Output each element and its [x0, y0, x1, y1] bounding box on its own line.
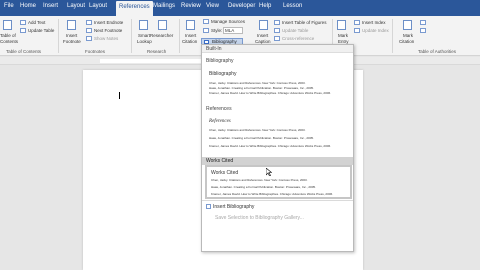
table-of-contents-icon[interactable]	[3, 20, 12, 30]
menu-divider	[202, 200, 353, 201]
tab-lesson[interactable]: Lesson	[283, 3, 302, 9]
option-title: References	[209, 119, 231, 124]
group-label-toa: Table of Authorities	[418, 49, 457, 54]
mouse-pointer-icon	[266, 168, 272, 176]
tab-review[interactable]: Review	[181, 3, 201, 9]
group-label-footnotes: Footnotes	[85, 49, 106, 54]
insert-table-of-authorities-icon[interactable]	[420, 20, 426, 25]
smart-lookup-icon[interactable]	[139, 20, 148, 30]
insert-footnote-label-1[interactable]: Insert	[66, 33, 77, 38]
style-label: Style:	[211, 28, 223, 33]
researcher-icon[interactable]	[158, 20, 167, 30]
ribbon-tab-bar: File Home Insert Layout Layout Reference…	[0, 0, 480, 16]
insert-citation-label-1[interactable]: Insert	[185, 33, 196, 38]
group-separator	[58, 19, 59, 53]
insert-bibliography-item[interactable]: Insert Bibliography	[206, 204, 254, 210]
citation-entry: Haas, Jonathan. Creating a Formal Public…	[209, 136, 314, 140]
cross-reference-button[interactable]: Cross-reference	[282, 36, 314, 41]
bibliography-option[interactable]: Bibliography Chen, Jacky. Citations and …	[205, 67, 352, 95]
insert-index-icon[interactable]	[354, 20, 360, 25]
insert-table-of-figures-button[interactable]: Insert Table of Figures	[282, 20, 326, 25]
text-cursor	[119, 92, 120, 99]
update-table-button[interactable]: Update Table	[28, 28, 54, 33]
insert-caption-label-1[interactable]: Insert	[257, 33, 268, 38]
option-title: Works Cited	[211, 170, 239, 176]
bibliography-gallery: Built-In Bibliography Bibliography Chen,…	[201, 44, 354, 252]
tab-help[interactable]: Help	[259, 3, 271, 9]
next-footnote-button[interactable]: Next Footnote	[94, 28, 122, 33]
style-select[interactable]: MLA	[223, 27, 244, 34]
tab-insert[interactable]: Insert	[43, 3, 58, 9]
insert-endnote-button[interactable]: Insert Endnote	[94, 20, 123, 25]
references-option[interactable]: References Chen, Jacky. Citations and Re…	[205, 115, 352, 149]
group-separator	[179, 19, 180, 53]
manage-sources-icon[interactable]	[203, 19, 209, 24]
manage-sources-button[interactable]: Manage Sources	[211, 19, 245, 24]
insert-citation-label-2[interactable]: Citation	[182, 39, 197, 44]
smart-lookup-label-1[interactable]: Smart	[138, 33, 150, 38]
add-text-icon[interactable]	[20, 20, 26, 25]
citation-entry: Haas, Jonathan. Creating a Formal Public…	[209, 86, 314, 90]
citation-entry: Kramer, James David. How to Write Biblio…	[211, 192, 333, 196]
toc-label-1[interactable]: Table of	[0, 33, 16, 38]
insert-endnote-icon[interactable]	[86, 20, 92, 25]
citation-entry: Kramer, James David. How to Write Biblio…	[209, 144, 331, 148]
update-table-of-authorities-icon[interactable]	[420, 28, 426, 33]
works-cited-option[interactable]: Works Cited Chen, Jacky. Citations and R…	[205, 165, 352, 199]
update-table-icon[interactable]	[20, 28, 26, 33]
tab-references[interactable]: References	[116, 1, 153, 16]
add-text-button[interactable]: Add Text	[28, 20, 45, 25]
toc-label-2[interactable]: Contents	[0, 39, 18, 44]
insert-citation-icon[interactable]	[186, 20, 195, 30]
gallery-section-label: Bibliography	[206, 58, 234, 64]
show-notes-icon[interactable]	[86, 36, 92, 41]
mark-entry-label-1[interactable]: Mark	[338, 33, 348, 38]
tab-layout[interactable]: Layout	[67, 3, 85, 9]
tab-home[interactable]: Home	[20, 3, 36, 9]
citation-entry: Haas, Jonathan. Creating a Formal Public…	[211, 185, 316, 189]
mark-citation-label-2[interactable]: Citation	[399, 39, 414, 44]
citation-entry: Chen, Jacky. Citations and References. N…	[211, 178, 308, 182]
mark-citation-icon[interactable]	[403, 20, 412, 30]
tab-design[interactable]: Layout	[89, 3, 107, 9]
insert-footnote-label-2[interactable]: Footnote	[63, 39, 81, 44]
cross-reference-icon[interactable]	[274, 36, 280, 41]
tab-file[interactable]: File	[4, 3, 14, 9]
insert-index-button[interactable]: Insert Index	[362, 20, 386, 25]
option-title: Bibliography	[209, 71, 237, 77]
save-selection-item[interactable]: Save Selection to Bibliography Gallery..…	[215, 215, 304, 221]
group-separator	[392, 19, 393, 53]
citation-entry: Chen, Jacky. Citations and References. N…	[209, 81, 306, 85]
update-index-icon[interactable]	[354, 28, 360, 33]
mark-citation-label-1[interactable]: Mark	[403, 33, 413, 38]
works-cited-section-label: Works Cited	[202, 157, 353, 165]
gallery-section-label: References	[206, 106, 232, 112]
mark-entry-icon[interactable]	[337, 20, 346, 30]
insert-footnote-icon[interactable]	[67, 20, 76, 30]
smart-lookup-label-2[interactable]: Lookup	[137, 39, 152, 44]
group-label-toc: Table of Contents	[6, 49, 42, 54]
group-label-research: Research	[147, 49, 167, 54]
update-table-of-figures-button[interactable]: Update Table	[282, 28, 308, 33]
next-footnote-icon[interactable]	[86, 28, 92, 33]
style-icon	[203, 28, 209, 33]
researcher-button[interactable]: Researcher	[150, 33, 173, 38]
insert-caption-icon[interactable]	[259, 20, 268, 30]
insert-table-of-figures-icon[interactable]	[274, 20, 280, 25]
show-notes-button[interactable]: Show Notes	[94, 36, 118, 41]
update-table-of-figures-icon[interactable]	[274, 28, 280, 33]
group-separator	[131, 19, 132, 53]
tab-developer[interactable]: Developer	[228, 3, 255, 9]
citation-entry: Kramer, James David. How to Write Biblio…	[209, 91, 331, 95]
insert-bibliography-icon	[206, 204, 211, 209]
built-in-header: Built-In	[202, 45, 353, 53]
tab-mailings[interactable]: Mailings	[153, 3, 175, 9]
update-index-button[interactable]: Update Index	[362, 28, 389, 33]
insert-bibliography-label: Insert Bibliography	[213, 204, 255, 210]
citation-entry: Chen, Jacky. Citations and References. N…	[209, 128, 306, 132]
tab-view[interactable]: View	[206, 3, 219, 9]
